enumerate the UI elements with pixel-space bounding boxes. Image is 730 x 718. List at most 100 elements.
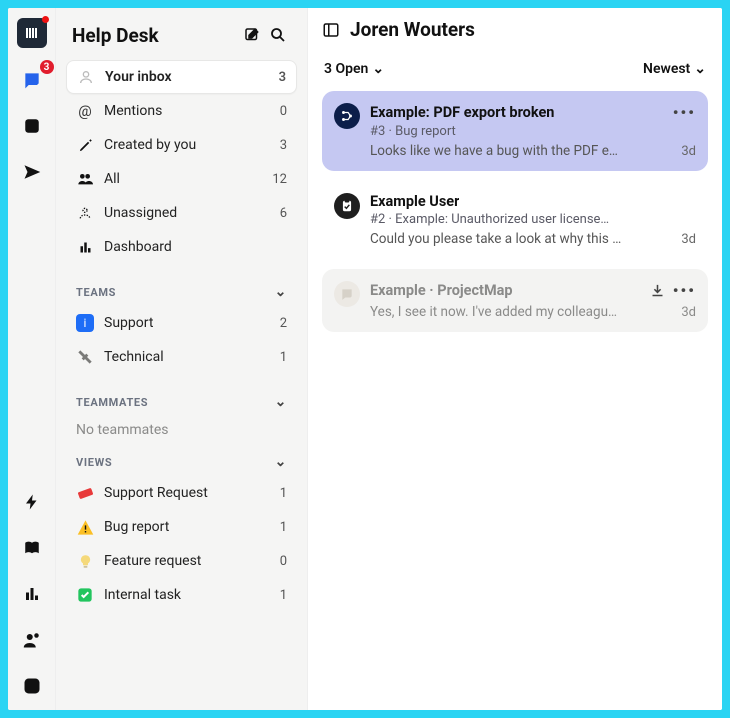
section-views-header[interactable]: VIEWS ⌄ bbox=[66, 444, 297, 476]
nav-dashboard[interactable]: Dashboard bbox=[66, 230, 297, 264]
nav-all[interactable]: All 12 bbox=[66, 162, 297, 196]
rail-tickets-icon[interactable] bbox=[18, 112, 46, 140]
ticket-meta: #2 · Example: Unauthorized user license… bbox=[370, 212, 696, 227]
nav-label: All bbox=[104, 171, 120, 187]
view-support-request[interactable]: Support Request 1 bbox=[66, 476, 297, 510]
ticket-title: Example: PDF export broken bbox=[370, 104, 554, 121]
chevron-down-icon: ⌄ bbox=[275, 394, 287, 410]
download-icon[interactable] bbox=[650, 283, 665, 298]
section-title: TEAMS bbox=[76, 286, 116, 299]
view-feature-request[interactable]: Feature request 0 bbox=[66, 544, 297, 578]
ticket-list: Example: PDF export broken ••• #3 · Bug … bbox=[322, 91, 708, 332]
nav-count: 3 bbox=[279, 70, 286, 85]
ticket-body: Example · ProjectMap ••• Yes, I see it n… bbox=[370, 281, 696, 320]
chevron-down-icon: ⌄ bbox=[275, 284, 287, 300]
status-filter[interactable]: 3 Open ⌄ bbox=[324, 61, 384, 77]
nav-created-by-you[interactable]: Created by you 3 bbox=[66, 128, 297, 162]
info-icon: i bbox=[76, 314, 94, 332]
nav-label: Internal task bbox=[104, 587, 181, 603]
section-title: TEAMMATES bbox=[76, 396, 148, 409]
sidebar-title: Help Desk bbox=[72, 24, 239, 47]
chat-bubble-icon bbox=[334, 281, 360, 307]
view-bug-report[interactable]: Bug report 1 bbox=[66, 510, 297, 544]
rail-send-icon[interactable] bbox=[18, 158, 46, 186]
nav-count: 0 bbox=[280, 104, 287, 119]
status-filter-label: 3 Open bbox=[324, 61, 368, 77]
nav-count: 1 bbox=[280, 520, 287, 535]
ticket-body: Example User #2 · Example: Unauthorized … bbox=[370, 193, 696, 247]
nav-count: 1 bbox=[280, 350, 287, 365]
ticket-app-icon bbox=[334, 103, 360, 129]
warning-icon bbox=[76, 518, 94, 536]
nav-unassigned[interactable]: Unassigned 6 bbox=[66, 196, 297, 230]
ticket-title: Example User bbox=[370, 193, 459, 210]
rail-messenger-icon[interactable] bbox=[18, 672, 46, 700]
rail-articles-icon[interactable] bbox=[18, 534, 46, 562]
sidebar-header: Help Desk bbox=[66, 18, 297, 52]
sidebar-nav-list: Your inbox 3 @ Mentions 0 Created by you… bbox=[66, 60, 297, 264]
main-panel: Joren Wouters 3 Open ⌄ Newest ⌄ Example:… bbox=[308, 8, 722, 710]
search-button[interactable] bbox=[265, 22, 291, 48]
sort-dropdown[interactable]: Newest ⌄ bbox=[643, 61, 706, 77]
ticket-meta: #3 · Bug report bbox=[370, 124, 696, 139]
inbox-owner-name: Joren Wouters bbox=[350, 18, 475, 41]
more-icon[interactable]: ••• bbox=[673, 103, 696, 122]
rail-automation-icon[interactable] bbox=[18, 488, 46, 516]
nav-label: Feature request bbox=[104, 553, 201, 569]
team-technical[interactable]: Technical 1 bbox=[66, 340, 297, 374]
ticket-snippet: Yes, I see it now. I've added my colleag… bbox=[370, 304, 673, 320]
person-outline-icon bbox=[77, 68, 95, 86]
views-list: Support Request 1 Bug report 1 Feature r… bbox=[66, 476, 297, 612]
nav-rail: 3 bbox=[8, 8, 56, 710]
nav-label: Created by you bbox=[104, 137, 196, 153]
ticket-snippet: Could you please take a look at why this… bbox=[370, 231, 673, 247]
ticket-time: 3d bbox=[681, 144, 696, 159]
bar-chart-icon bbox=[76, 238, 94, 256]
ticket-title: Example · ProjectMap bbox=[370, 282, 513, 299]
main-header: Joren Wouters bbox=[322, 18, 708, 51]
people-icon bbox=[76, 170, 94, 188]
app-logo-icon[interactable] bbox=[17, 18, 47, 48]
nav-label: Bug report bbox=[104, 519, 169, 535]
view-internal-task[interactable]: Internal task 1 bbox=[66, 578, 297, 612]
sidebar-toggle-icon[interactable] bbox=[322, 21, 340, 39]
unassigned-icon bbox=[76, 204, 94, 222]
lightbulb-icon bbox=[76, 552, 94, 570]
nav-mentions[interactable]: @ Mentions 0 bbox=[66, 94, 297, 128]
chevron-down-icon: ⌄ bbox=[275, 454, 287, 470]
ticket-item[interactable]: Example: PDF export broken ••• #3 · Bug … bbox=[322, 91, 708, 171]
ticket-snippet: Looks like we have a bug with the PDF e… bbox=[370, 143, 673, 159]
rail-inbox-icon[interactable]: 3 bbox=[18, 66, 46, 94]
ticket-body: Example: PDF export broken ••• #3 · Bug … bbox=[370, 103, 696, 159]
team-support[interactable]: i Support 2 bbox=[66, 306, 297, 340]
nav-label: Support Request bbox=[104, 485, 208, 501]
nav-count: 3 bbox=[280, 138, 287, 153]
nav-label: Unassigned bbox=[104, 205, 177, 221]
rail-reports-icon[interactable] bbox=[18, 580, 46, 608]
section-title: VIEWS bbox=[76, 456, 112, 469]
check-box-icon bbox=[76, 586, 94, 604]
ticket-time: 3d bbox=[681, 305, 696, 320]
more-icon[interactable]: ••• bbox=[673, 281, 696, 300]
ticket-item[interactable]: Example · ProjectMap ••• Yes, I see it n… bbox=[322, 269, 708, 332]
ticket-time: 3d bbox=[681, 232, 696, 247]
sidebar: Help Desk Your inbox 3 @ Mentions 0 bbox=[56, 8, 308, 710]
section-teams-header[interactable]: TEAMS ⌄ bbox=[66, 274, 297, 306]
nav-label: Mentions bbox=[104, 103, 162, 119]
rail-contacts-icon[interactable] bbox=[18, 626, 46, 654]
nav-label: Technical bbox=[104, 349, 164, 365]
nav-count: 1 bbox=[280, 486, 287, 501]
nav-count: 2 bbox=[280, 316, 287, 331]
chevron-down-icon: ⌄ bbox=[372, 61, 384, 77]
tools-icon bbox=[76, 348, 94, 366]
nav-your-inbox[interactable]: Your inbox 3 bbox=[66, 60, 297, 94]
section-teammates-header[interactable]: TEAMMATES ⌄ bbox=[66, 384, 297, 416]
filter-bar: 3 Open ⌄ Newest ⌄ bbox=[322, 51, 708, 91]
ticket-icon bbox=[76, 484, 94, 502]
nav-label: Support bbox=[104, 315, 153, 331]
pencil-icon bbox=[76, 136, 94, 154]
compose-button[interactable] bbox=[239, 22, 265, 48]
at-sign-icon: @ bbox=[76, 102, 94, 120]
app-shell: 3 Help Desk bbox=[8, 8, 722, 710]
ticket-item[interactable]: Example User #2 · Example: Unauthorized … bbox=[322, 181, 708, 259]
